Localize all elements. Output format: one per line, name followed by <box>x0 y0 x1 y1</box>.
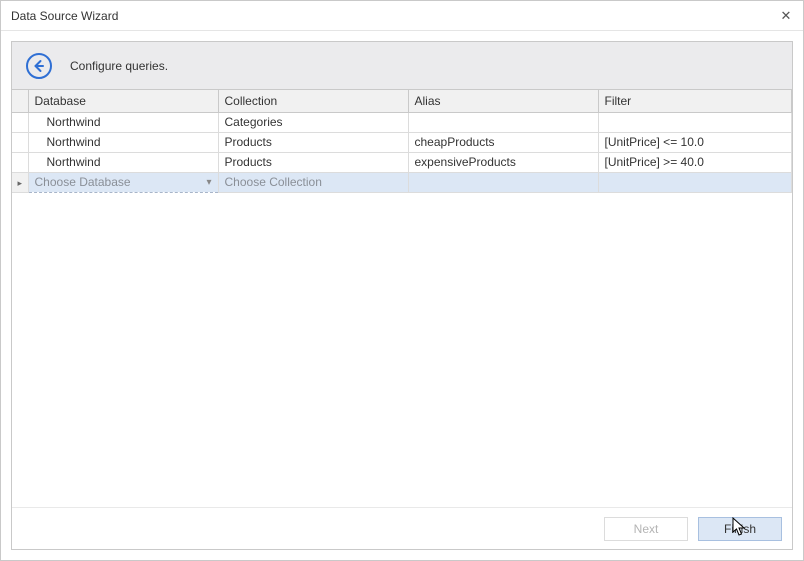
wizard-panel: Configure queries. Database Collection A… <box>11 41 793 550</box>
database-placeholder: Choose Database <box>35 175 131 189</box>
new-row[interactable]: ▸ Choose Database ▾ Choose Collection <box>12 172 792 192</box>
next-button: Next <box>604 517 688 541</box>
row-gutter <box>12 152 28 172</box>
cell-alias[interactable]: expensiveProducts <box>408 152 598 172</box>
wizard-window: Data Source Wizard ✕ Configure queries. <box>0 0 804 561</box>
cell-database[interactable]: Northwind <box>28 132 218 152</box>
new-row-alias[interactable] <box>408 172 598 192</box>
new-row-filter[interactable] <box>598 172 792 192</box>
col-header-collection[interactable]: Collection <box>218 90 408 112</box>
table-row[interactable]: Northwind Categories <box>12 112 792 132</box>
back-button[interactable] <box>26 53 52 79</box>
queries-grid[interactable]: Database Collection Alias Filter Northwi… <box>12 90 792 193</box>
wizard-inner: Configure queries. Database Collection A… <box>1 31 803 560</box>
cell-database[interactable]: Northwind <box>28 112 218 132</box>
close-icon: ✕ <box>781 8 792 24</box>
cell-alias[interactable] <box>408 112 598 132</box>
window-title: Data Source Wizard <box>11 9 118 23</box>
cell-database[interactable]: Northwind <box>28 152 218 172</box>
cell-filter[interactable]: [UnitPrice] >= 40.0 <box>598 152 792 172</box>
table-row[interactable]: Northwind Products cheapProducts [UnitPr… <box>12 132 792 152</box>
new-row-collection[interactable]: Choose Collection <box>218 172 408 192</box>
current-row-icon: ▸ <box>17 178 22 188</box>
col-header-database[interactable]: Database <box>28 90 218 112</box>
table-row[interactable]: Northwind Products expensiveProducts [Un… <box>12 152 792 172</box>
col-header-filter[interactable]: Filter <box>598 90 792 112</box>
next-label: Next <box>634 522 659 536</box>
cell-collection[interactable]: Products <box>218 152 408 172</box>
close-button[interactable]: ✕ <box>777 7 795 25</box>
cell-collection[interactable]: Categories <box>218 112 408 132</box>
gutter-header <box>12 90 28 112</box>
cell-filter[interactable] <box>598 112 792 132</box>
col-header-alias[interactable]: Alias <box>408 90 598 112</box>
page-subtitle: Configure queries. <box>70 59 168 73</box>
back-arrow-icon <box>32 59 46 73</box>
new-row-marker: ▸ <box>12 172 28 192</box>
row-gutter <box>12 112 28 132</box>
grid-header-row: Database Collection Alias Filter <box>12 90 792 112</box>
cell-collection[interactable]: Products <box>218 132 408 152</box>
grid-area: Database Collection Alias Filter Northwi… <box>12 90 792 507</box>
cell-alias[interactable]: cheapProducts <box>408 132 598 152</box>
titlebar: Data Source Wizard ✕ <box>1 1 803 31</box>
row-gutter <box>12 132 28 152</box>
chevron-down-icon: ▾ <box>206 177 211 188</box>
new-row-database[interactable]: Choose Database ▾ <box>28 172 218 192</box>
finish-button[interactable]: Finish <box>698 517 782 541</box>
cell-filter[interactable]: [UnitPrice] <= 10.0 <box>598 132 792 152</box>
finish-label: Finish <box>724 522 756 536</box>
footer: Next Finish <box>12 507 792 549</box>
panel-header: Configure queries. <box>12 42 792 90</box>
